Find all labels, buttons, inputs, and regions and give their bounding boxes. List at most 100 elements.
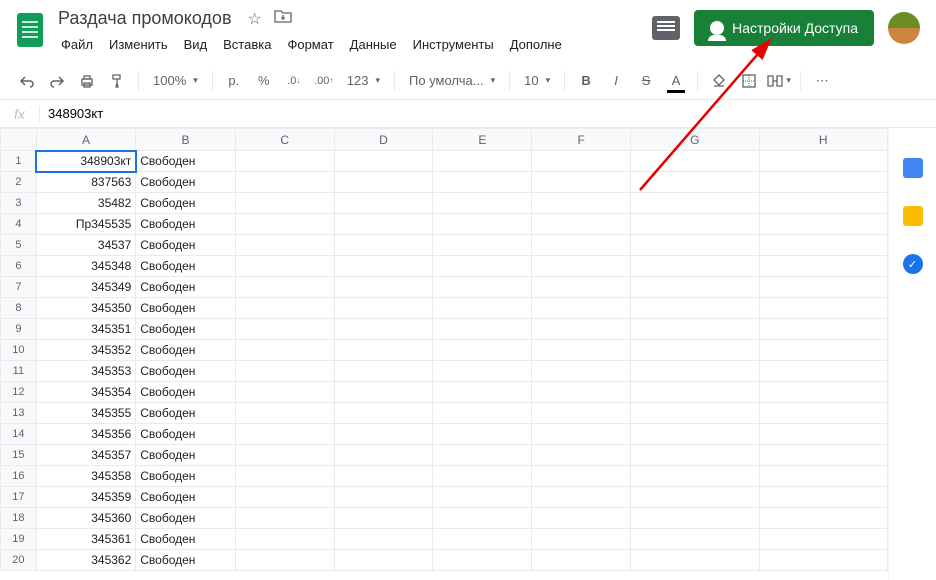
cell[interactable] — [235, 466, 334, 487]
cell[interactable] — [631, 403, 759, 424]
cell[interactable]: 345355 — [36, 403, 135, 424]
cell[interactable] — [235, 319, 334, 340]
row-header[interactable]: 17 — [1, 487, 37, 508]
cell[interactable] — [433, 403, 532, 424]
cell[interactable] — [631, 319, 759, 340]
number-format-combo[interactable]: 123 — [341, 68, 386, 94]
cell[interactable] — [334, 298, 433, 319]
cell[interactable] — [631, 508, 759, 529]
cell[interactable]: Свободен — [136, 193, 235, 214]
menu-data[interactable]: Данные — [343, 33, 404, 56]
cell[interactable]: 34537 — [36, 235, 135, 256]
cell[interactable] — [433, 340, 532, 361]
cell[interactable]: Свободен — [136, 403, 235, 424]
cell[interactable]: Свободен — [136, 340, 235, 361]
cell[interactable] — [433, 298, 532, 319]
cell[interactable]: 345362 — [36, 550, 135, 571]
tasks-icon[interactable] — [903, 254, 923, 274]
cell[interactable] — [433, 256, 532, 277]
column-header[interactable]: E — [433, 129, 532, 151]
cell[interactable] — [433, 235, 532, 256]
cell[interactable] — [631, 382, 759, 403]
cell[interactable] — [759, 340, 888, 361]
cell[interactable] — [235, 235, 334, 256]
sheets-logo-icon[interactable] — [10, 10, 50, 50]
cell[interactable] — [631, 529, 759, 550]
cell[interactable] — [433, 529, 532, 550]
cell[interactable]: 35482 — [36, 193, 135, 214]
cell[interactable] — [334, 487, 433, 508]
cell[interactable] — [334, 403, 433, 424]
column-header[interactable]: D — [334, 129, 433, 151]
cell[interactable] — [334, 550, 433, 571]
row-header[interactable]: 5 — [1, 235, 37, 256]
menu-format[interactable]: Формат — [280, 33, 340, 56]
cell[interactable] — [759, 445, 888, 466]
cell[interactable] — [334, 424, 433, 445]
cell[interactable] — [532, 340, 631, 361]
strike-button[interactable]: S — [633, 68, 659, 94]
column-header[interactable]: C — [235, 129, 334, 151]
row-header[interactable]: 3 — [1, 193, 37, 214]
row-header[interactable]: 14 — [1, 424, 37, 445]
cell[interactable] — [235, 382, 334, 403]
cell[interactable]: Свободен — [136, 277, 235, 298]
redo-button[interactable] — [44, 68, 70, 94]
cell[interactable] — [631, 193, 759, 214]
cell[interactable]: Свободен — [136, 445, 235, 466]
cell[interactable] — [631, 340, 759, 361]
cell[interactable]: Свободен — [136, 298, 235, 319]
cell[interactable] — [759, 151, 888, 172]
cell[interactable] — [235, 193, 334, 214]
doc-title[interactable]: Раздача промокодов — [54, 6, 236, 31]
cell[interactable] — [433, 214, 532, 235]
keep-icon[interactable] — [903, 206, 923, 226]
cell[interactable] — [235, 550, 334, 571]
cell[interactable] — [759, 235, 888, 256]
cell[interactable] — [235, 403, 334, 424]
cell[interactable]: 345361 — [36, 529, 135, 550]
cell[interactable]: 345351 — [36, 319, 135, 340]
cell[interactable]: Свободен — [136, 529, 235, 550]
cell[interactable] — [235, 340, 334, 361]
print-button[interactable] — [74, 68, 100, 94]
cell[interactable] — [532, 424, 631, 445]
cell[interactable] — [433, 550, 532, 571]
cell[interactable]: Свободен — [136, 151, 235, 172]
cell[interactable] — [433, 382, 532, 403]
percent-button[interactable]: % — [251, 68, 277, 94]
cell[interactable]: Свободен — [136, 256, 235, 277]
menu-tools[interactable]: Инструменты — [406, 33, 501, 56]
cell[interactable] — [759, 550, 888, 571]
cell[interactable] — [532, 277, 631, 298]
cell[interactable] — [334, 340, 433, 361]
calendar-icon[interactable] — [903, 158, 923, 178]
row-header[interactable]: 11 — [1, 361, 37, 382]
font-combo[interactable]: По умолча... — [403, 68, 501, 94]
menu-file[interactable]: Файл — [54, 33, 100, 56]
cell[interactable] — [532, 466, 631, 487]
cell[interactable] — [532, 550, 631, 571]
row-header[interactable]: 18 — [1, 508, 37, 529]
cell[interactable] — [433, 172, 532, 193]
row-header[interactable]: 4 — [1, 214, 37, 235]
cell[interactable] — [433, 319, 532, 340]
bold-button[interactable]: B — [573, 68, 599, 94]
cell[interactable] — [334, 361, 433, 382]
cell[interactable] — [631, 151, 759, 172]
column-header[interactable]: G — [631, 129, 759, 151]
cell[interactable] — [334, 382, 433, 403]
font-size-combo[interactable]: 10 — [518, 68, 556, 94]
share-button[interactable]: Настройки Доступа — [694, 10, 874, 46]
cell[interactable] — [759, 277, 888, 298]
cell[interactable] — [433, 508, 532, 529]
cell[interactable] — [433, 277, 532, 298]
cell[interactable] — [532, 361, 631, 382]
cell[interactable] — [631, 256, 759, 277]
cell[interactable]: 345352 — [36, 340, 135, 361]
cell[interactable] — [532, 151, 631, 172]
cell[interactable]: 345350 — [36, 298, 135, 319]
cell[interactable] — [631, 487, 759, 508]
cell[interactable] — [532, 403, 631, 424]
cell[interactable] — [334, 193, 433, 214]
